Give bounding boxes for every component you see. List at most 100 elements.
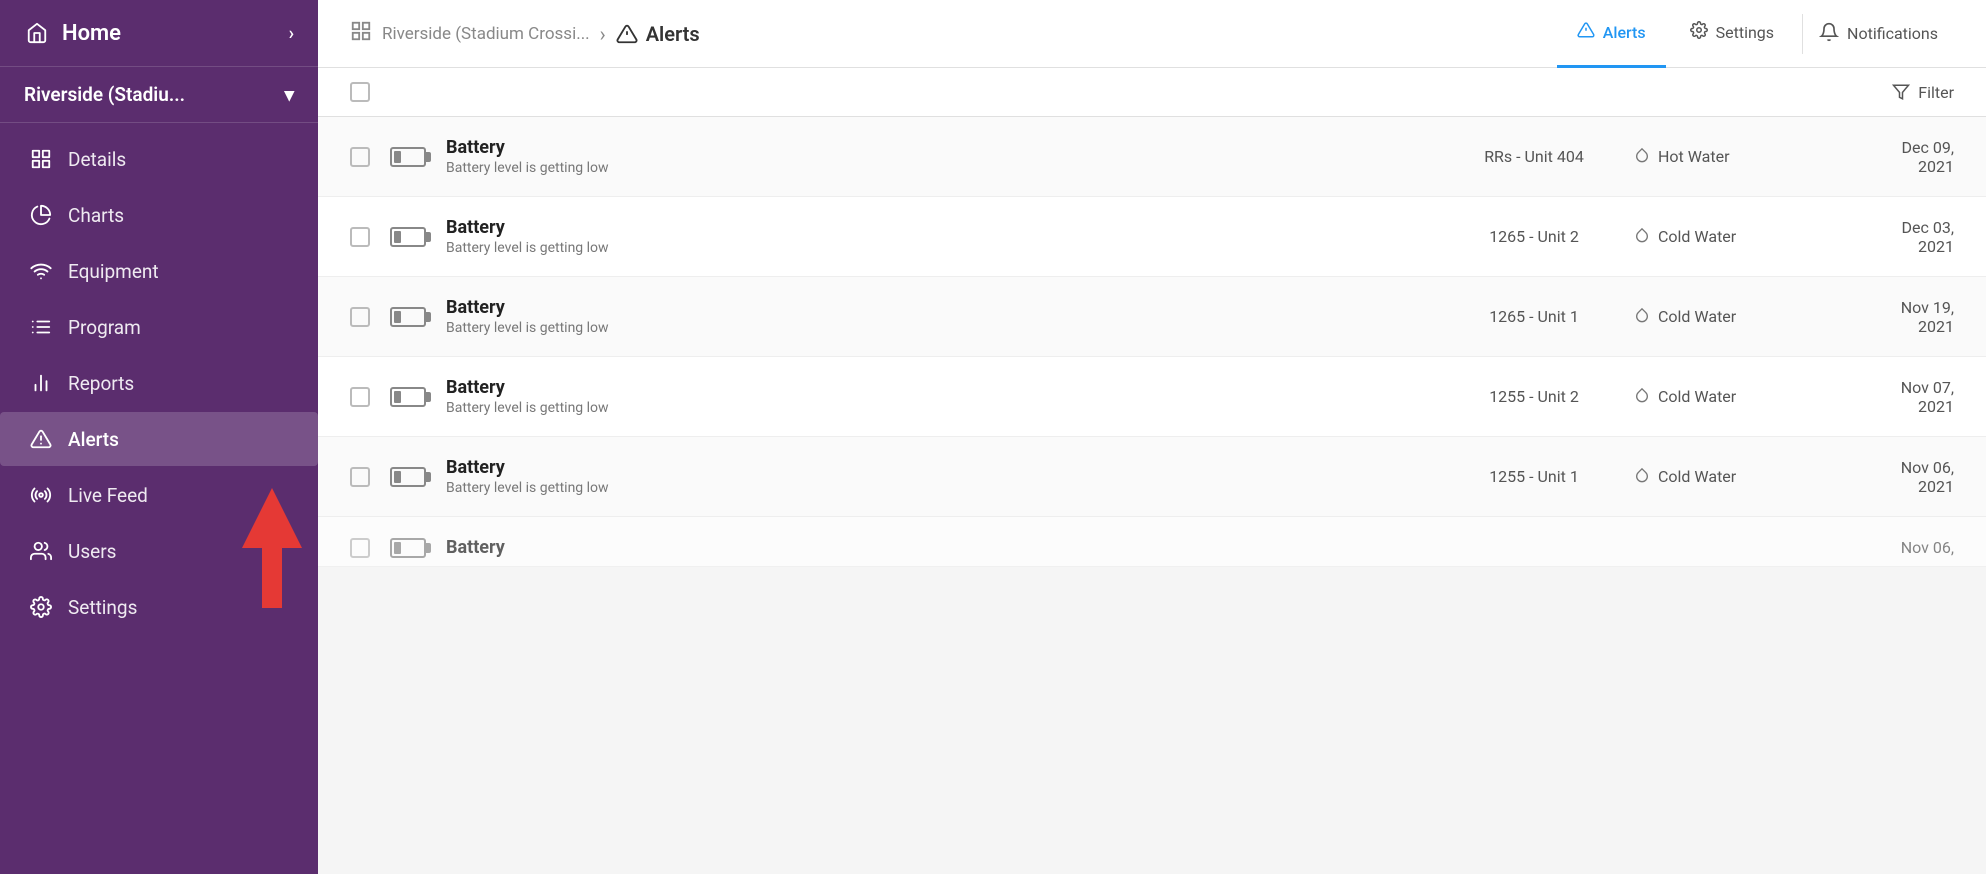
alert-subtitle-2: Battery level is getting low [446,240,1434,256]
alert-type-1: Hot Water [1634,145,1814,169]
alert-title-2: Battery [446,217,1434,238]
alert-title-4: Battery [446,377,1434,398]
alert-date-6: Nov 06, [1834,538,1954,557]
alert-subtitle-5: Battery level is getting low [446,480,1434,496]
alert-info-4: Battery Battery level is getting low [446,377,1434,416]
filter-button[interactable]: Filter [1892,83,1954,102]
alert-type-4: Cold Water [1634,385,1814,409]
tab-settings[interactable]: Settings [1670,0,1794,68]
details-icon [28,146,54,172]
sidebar-item-livefeed[interactable]: Live Feed [0,468,318,522]
alert-date-3: Nov 19,2021 [1834,298,1954,336]
sidebar-item-charts[interactable]: Charts [0,188,318,242]
header-right: Alerts Settings [1557,0,1954,68]
home-chevron-icon: › [289,23,294,44]
sidebar-item-details[interactable]: Details [0,132,318,186]
battery-icon-4 [390,387,426,407]
charts-icon [28,202,54,228]
alert-subtitle-3: Battery level is getting low [446,320,1434,336]
alert-row: Battery Battery level is getting low 125… [318,357,1986,437]
alert-type-2: Cold Water [1634,225,1814,249]
main-content: Riverside (Stadium Crossi... › Alerts [318,0,1986,874]
sidebar-item-details-label: Details [68,148,126,171]
filter-label: Filter [1918,83,1954,102]
select-all-checkbox[interactable] [350,82,370,102]
top-header: Riverside (Stadium Crossi... › Alerts [318,0,1986,68]
program-icon [28,314,54,340]
sidebar-item-reports[interactable]: Reports [0,356,318,410]
location-breadcrumb-icon [350,20,372,48]
breadcrumb: Riverside (Stadium Crossi... › Alerts [350,20,700,48]
drop-icon-5 [1634,465,1650,489]
tab-settings-label: Settings [1716,23,1774,42]
alert-date-5: Nov 06,2021 [1834,458,1954,496]
sidebar-item-equipment[interactable]: Equipment [0,244,318,298]
row-checkbox-5[interactable] [350,467,370,487]
location-selector[interactable]: Riverside (Stadiu... ▾ [0,67,318,123]
sidebar-item-charts-label: Charts [68,204,124,227]
home-icon [24,20,50,46]
row-checkbox-4[interactable] [350,387,370,407]
row-checkbox-3[interactable] [350,307,370,327]
sidebar-item-users-label: Users [68,540,116,563]
alerts-icon [28,426,54,452]
reports-icon [28,370,54,396]
breadcrumb-location: Riverside (Stadium Crossi... [382,24,590,44]
sidebar-item-users[interactable]: Users [0,524,318,578]
sidebar-navigation: Details Charts Equipment [0,123,318,643]
alert-unit-2: 1265 - Unit 2 [1454,227,1614,246]
alert-unit-5: 1255 - Unit 1 [1454,467,1614,486]
breadcrumb-separator: › [600,22,606,46]
alert-date-2: Dec 03,2021 [1834,218,1954,256]
battery-icon-6 [390,538,426,558]
sidebar-item-alerts-label: Alerts [68,428,119,451]
alert-type-label-4: Cold Water [1658,387,1736,406]
settings-tab-icon [1690,21,1708,44]
notifications-label: Notifications [1847,24,1938,43]
sidebar-item-program[interactable]: Program [0,300,318,354]
battery-icon-1 [390,147,426,167]
header-tabs: Alerts Settings [1557,0,1794,68]
tab-alerts[interactable]: Alerts [1557,0,1666,68]
alert-title-5: Battery [446,457,1434,478]
alert-title-3: Battery [446,297,1434,318]
bell-icon [1819,22,1839,46]
drop-icon-3 [1634,305,1650,329]
alert-type-label-3: Cold Water [1658,307,1736,326]
alert-info-6: Battery [446,537,1434,558]
alert-type-3: Cold Water [1634,305,1814,329]
sidebar-item-reports-label: Reports [68,372,134,395]
drop-icon-2 [1634,225,1650,249]
alert-row: Battery Battery level is getting low RRs… [318,117,1986,197]
sidebar: Home › Riverside (Stadiu... ▾ Details Ch… [0,0,318,874]
drop-icon-1 [1634,145,1650,169]
alert-subtitle-1: Battery level is getting low [446,160,1434,176]
home-nav-item[interactable]: Home › [0,0,318,67]
tab-alerts-label: Alerts [1603,23,1646,42]
alert-type-label-1: Hot Water [1658,147,1730,166]
settings-icon [28,594,54,620]
sidebar-item-alerts[interactable]: Alerts [0,412,318,466]
row-checkbox-1[interactable] [350,147,370,167]
alert-info-5: Battery Battery level is getting low [446,457,1434,496]
sidebar-item-settings[interactable]: Settings [0,580,318,634]
battery-icon-2 [390,227,426,247]
alert-info-2: Battery Battery level is getting low [446,217,1434,256]
row-checkbox-2[interactable] [350,227,370,247]
alert-type-label-2: Cold Water [1658,227,1736,246]
alert-row: Battery Battery level is getting low 125… [318,437,1986,517]
sidebar-item-equipment-label: Equipment [68,260,159,283]
sidebar-item-livefeed-label: Live Feed [68,484,148,507]
alert-unit-1: RRs - Unit 404 [1454,147,1614,166]
alert-type-label-5: Cold Water [1658,467,1736,486]
notifications-button[interactable]: Notifications [1802,14,1954,54]
row-checkbox-6[interactable] [350,538,370,558]
users-icon [28,538,54,564]
sidebar-item-settings-label: Settings [68,596,137,619]
alert-unit-3: 1265 - Unit 1 [1454,307,1614,326]
drop-icon-4 [1634,385,1650,409]
battery-icon-5 [390,467,426,487]
alert-row: Battery Battery level is getting low 126… [318,277,1986,357]
alert-title-6: Battery [446,537,1434,558]
alerts-tab-icon [1577,21,1595,44]
